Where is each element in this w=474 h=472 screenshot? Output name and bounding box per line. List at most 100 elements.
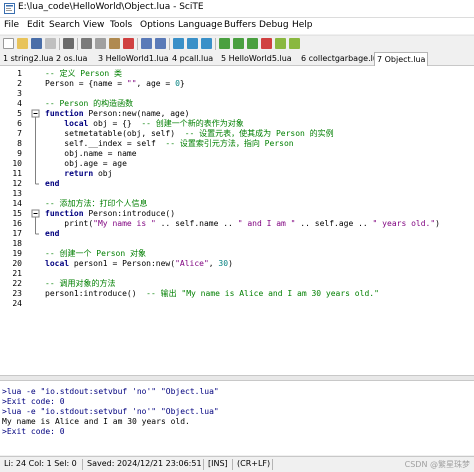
tab-7[interactable]: 7 Object.lua	[374, 52, 429, 66]
fold-marker-icon[interactable]	[31, 209, 40, 218]
print-icon[interactable]	[63, 38, 74, 49]
code-line[interactable]: return obj	[45, 169, 112, 179]
tools-icon[interactable]	[275, 38, 286, 49]
menu-search[interactable]: Search	[49, 20, 80, 30]
status-divider	[203, 459, 204, 470]
redo-icon[interactable]	[155, 38, 166, 49]
open-folder-icon[interactable]	[17, 38, 28, 49]
menu-view[interactable]: View	[83, 20, 104, 30]
buffer-tab-bar: 1 string2.lua 2 os.lua 3 HelloWorld1.lua 4 …	[0, 52, 474, 66]
close-file-icon[interactable]	[45, 38, 56, 49]
status-divider	[82, 459, 83, 470]
watermark-text: CSDN @繁星珠梦	[404, 460, 470, 469]
code-line[interactable]: function Person:new(name, age)	[45, 109, 190, 119]
tab-4[interactable]: 4 pcall.lua	[170, 53, 215, 65]
code-line[interactable]: -- 创建一个 Person 对象	[45, 249, 146, 259]
code-line[interactable]: end	[45, 179, 59, 189]
cut-icon[interactable]	[81, 38, 92, 49]
code-line[interactable]: obj.age = age	[45, 159, 127, 169]
stop-executing-icon[interactable]	[261, 38, 272, 49]
output-line: >lua -e "io.stdout:setvbuf 'no'" "Object…	[2, 407, 219, 416]
line-number: 7	[17, 129, 22, 138]
code-line[interactable]: end	[45, 229, 59, 239]
line-number: 12	[12, 179, 22, 188]
menu-help[interactable]: Help	[292, 20, 313, 30]
line-number: 15	[12, 209, 22, 218]
copy-icon[interactable]	[95, 38, 106, 49]
code-line[interactable]: setmetatable(obj, self) -- 设置元表，使其成为 Per…	[45, 129, 333, 139]
line-number: 14	[12, 199, 22, 208]
toolbar-separator	[77, 38, 78, 50]
line-number: 18	[12, 239, 22, 248]
fold-marker-icon[interactable]	[31, 109, 40, 118]
menu-tools[interactable]: Tools	[110, 20, 132, 30]
menu-bar: File Edit Search View Tools Options Language Bu…	[0, 18, 474, 34]
line-number: 16	[12, 219, 22, 228]
find-next-icon[interactable]	[201, 38, 212, 49]
code-line[interactable]: obj.name = name	[45, 149, 136, 159]
status-bar: Li: 24 Col: 1 Sel: 0 Saved: 2024/12/21 2…	[0, 456, 474, 472]
output-line: >lua -e "io.stdout:setvbuf 'no'" "Object…	[2, 387, 219, 396]
go-icon[interactable]	[247, 38, 258, 49]
line-ending-mode: (CR+LF)	[237, 459, 271, 468]
code-line[interactable]: -- Person 的构造函数	[45, 99, 133, 109]
scite-app-icon	[4, 3, 15, 14]
toolbar-separator	[137, 38, 138, 50]
menu-edit[interactable]: Edit	[27, 20, 44, 30]
compile-icon[interactable]	[219, 38, 230, 49]
line-number: 17	[12, 229, 22, 238]
code-line[interactable]: self.__index = self -- 设置索引元方法，指向 Person	[45, 139, 293, 149]
output-pane[interactable]: >lua -e "io.stdout:setvbuf 'no'" "Object…	[0, 381, 474, 455]
line-number: 9	[17, 149, 22, 158]
code-line[interactable]: person1:introduce() -- 输出 "My name is Al…	[45, 289, 379, 299]
line-number: 5	[17, 109, 22, 118]
code-line[interactable]: print("My name is " .. self.name .. " an…	[45, 219, 440, 229]
code-line[interactable]: Person = {name = "", age = 0}	[45, 79, 185, 89]
delete-icon[interactable]	[123, 38, 134, 49]
code-line[interactable]: local obj = {} -- 创建一个新的表作为对象	[45, 119, 244, 129]
code-line[interactable]: -- 定义 Person 类	[45, 69, 122, 79]
output-line: My name is Alice and I am 30 years old.	[2, 417, 190, 426]
toolbar-separator	[169, 38, 170, 50]
toolbar-separator	[215, 38, 216, 50]
line-number: 10	[12, 159, 22, 168]
save-icon[interactable]	[31, 38, 42, 49]
line-number: 23	[12, 289, 22, 298]
line-number: 1	[17, 69, 22, 78]
menu-debug[interactable]: Debug	[259, 20, 289, 30]
paste-icon[interactable]	[109, 38, 120, 49]
menu-options[interactable]: Options	[140, 20, 175, 30]
line-number: 21	[12, 269, 22, 278]
title-bar: E:\lua_code\HelloWorld\Object.lua - SciT…	[0, 0, 474, 18]
tab-6[interactable]: 6 collectgarbage.lua	[299, 53, 385, 65]
macro-icon[interactable]	[289, 38, 300, 49]
code-line[interactable]: local person1 = Person:new("Alice", 30)	[45, 259, 233, 269]
cursor-position: Li: 24 Col: 1 Sel: 0	[4, 459, 77, 468]
toolbar	[0, 35, 474, 53]
tab-2[interactable]: 2 os.lua	[54, 53, 89, 65]
tab-3[interactable]: 3 HelloWorld1.lua	[96, 53, 171, 65]
save-time: Saved: 2024/12/21 23:06:51	[87, 459, 202, 468]
output-line: >Exit code: 0	[2, 427, 65, 436]
menu-file[interactable]: File	[4, 20, 19, 30]
toolbar-separator	[59, 38, 60, 50]
new-file-icon[interactable]	[3, 38, 14, 49]
menu-buffers[interactable]: Buffers	[224, 20, 256, 30]
code-line[interactable]: -- 调用对象的方法	[45, 279, 115, 289]
tab-1[interactable]: 1 string2.lua	[1, 53, 55, 65]
line-number: 3	[17, 89, 22, 98]
code-editor[interactable]: 1 -- 定义 Person 类 2 Person = {name = "", age…	[0, 66, 474, 376]
build-icon[interactable]	[233, 38, 244, 49]
menu-language[interactable]: Language	[178, 20, 222, 30]
status-divider	[272, 459, 273, 470]
replace-icon[interactable]	[187, 38, 198, 49]
find-icon[interactable]	[173, 38, 184, 49]
line-number: 20	[12, 259, 22, 268]
line-number: 24	[12, 299, 22, 308]
code-line[interactable]: function Person:introduce()	[45, 209, 175, 219]
code-line[interactable]: -- 添加方法：打印个人信息	[45, 199, 147, 209]
undo-icon[interactable]	[141, 38, 152, 49]
line-number: 13	[12, 189, 22, 198]
tab-5[interactable]: 5 HelloWorld5.lua	[219, 53, 294, 65]
line-number: 8	[17, 139, 22, 148]
